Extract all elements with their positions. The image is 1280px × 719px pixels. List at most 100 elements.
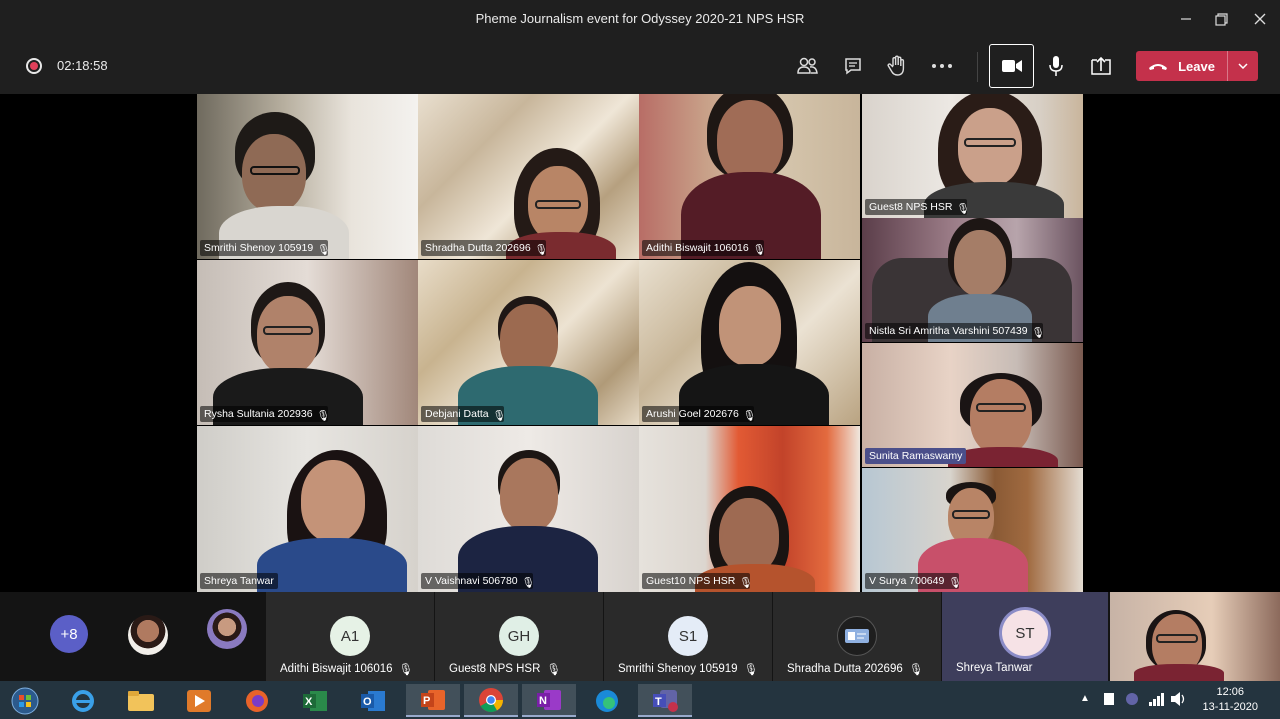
video-tile[interactable]: Shreya Tanwar xyxy=(197,426,418,592)
avatar: A1 xyxy=(330,616,370,656)
video-tile[interactable]: Shradha Dutta 202696 🎙 xyxy=(418,94,639,259)
onenote-icon[interactable]: N xyxy=(522,684,576,717)
video-tile[interactable]: Debjani Datta 🎙 xyxy=(418,260,639,425)
self-view[interactable] xyxy=(1110,592,1280,681)
minimize-button[interactable] xyxy=(1175,8,1197,30)
svg-text:X: X xyxy=(305,696,313,708)
mic-icon: 🎙 xyxy=(521,577,535,589)
clock-date: 13-11-2020 xyxy=(1202,701,1258,713)
network-icon[interactable] xyxy=(1148,691,1166,712)
mic-icon[interactable] xyxy=(1044,54,1068,78)
avatar: S1 xyxy=(668,616,708,656)
participants-icon[interactable] xyxy=(796,54,820,78)
maximize-button[interactable] xyxy=(1210,8,1232,30)
mic-icon: 🎙 xyxy=(742,410,757,422)
camera-button[interactable] xyxy=(989,44,1034,88)
tray-chevron-icon[interactable]: ▲ xyxy=(1080,693,1090,704)
mic-icon: 🎙 xyxy=(316,410,330,422)
ie-icon[interactable] xyxy=(58,684,108,717)
raise-hand-icon[interactable] xyxy=(885,54,909,78)
overflow-participants-button[interactable]: +8 xyxy=(50,615,88,653)
system-clock[interactable]: 12:06 13-11-2020 xyxy=(1203,685,1258,715)
teams-icon[interactable]: T xyxy=(638,684,692,717)
video-tile[interactable]: Rysha Sultania 202936 🎙 xyxy=(197,260,418,425)
participant-name-label: Debjani Datta 🎙 xyxy=(421,406,506,422)
leave-button[interactable]: Leave xyxy=(1136,51,1258,81)
video-tile[interactable]: Adithi Biswajit 106016 🎙 xyxy=(639,94,860,259)
participant-cell[interactable]: S1 Smrithi Shenoy 105919 🎙 xyxy=(604,592,772,681)
mic-off-icon: 🎙 xyxy=(398,664,414,676)
edge-icon[interactable] xyxy=(580,684,634,717)
video-tile[interactable]: Guest8 NPS HSR 🎙 xyxy=(862,94,1083,218)
svg-text:N: N xyxy=(539,695,547,707)
firefox-icon[interactable] xyxy=(232,684,282,717)
chrome-icon[interactable] xyxy=(464,684,518,717)
folder-icon[interactable] xyxy=(116,684,166,717)
taskbar: X O P N T ▲ 12:06 13-11-2020 xyxy=(0,681,1280,719)
participant-name: Smrithi Shenoy 105919 xyxy=(618,663,738,675)
powerpoint-icon[interactable]: P xyxy=(406,684,460,717)
participant-name: Shradha Dutta 202696 xyxy=(787,663,903,675)
video-tile[interactable]: Sunita Ramaswamy xyxy=(862,343,1083,467)
tray-teams-icon[interactable] xyxy=(1124,691,1140,712)
participant-name: Guest8 NPS HSR xyxy=(449,663,541,675)
participant-name-label: V Surya 700649 🎙 xyxy=(865,573,962,589)
outlook-icon[interactable]: O xyxy=(348,684,398,717)
avatar[interactable] xyxy=(128,615,168,655)
participant-strip: +8 A1 Adithi Biswajit 106016 🎙 GH Guest8 … xyxy=(0,592,1280,681)
participant-cell[interactable]: GH Guest8 NPS HSR 🎙 xyxy=(435,592,603,681)
start-button[interactable] xyxy=(0,684,50,717)
mic-icon: 🎙 xyxy=(1031,327,1045,339)
participant-name-label: Guest8 NPS HSR 🎙 xyxy=(865,199,970,215)
participant-name: Adithi Biswajit 106016 xyxy=(280,663,393,675)
participant-name-label: Shradha Dutta 202696 🎙 xyxy=(421,240,549,256)
video-tile[interactable]: Smrithi Shenoy 105919 🎙 xyxy=(197,94,418,259)
share-icon[interactable] xyxy=(1089,54,1113,78)
avatar[interactable] xyxy=(207,609,247,649)
participant-name-label: Rysha Sultania 202936 🎙 xyxy=(200,406,330,422)
svg-text:O: O xyxy=(363,696,372,708)
close-button[interactable] xyxy=(1249,8,1271,30)
avatar: ST xyxy=(1002,610,1048,656)
id-card-icon xyxy=(845,629,869,643)
video-tile[interactable]: Nistla Sri Amritha Varshini 507439 🎙 xyxy=(862,218,1083,342)
chat-icon[interactable] xyxy=(841,54,865,78)
participant-cell[interactable]: Shradha Dutta 202696 🎙 xyxy=(773,592,941,681)
volume-icon[interactable] xyxy=(1170,691,1188,712)
more-icon[interactable] xyxy=(930,54,954,78)
participant-name-label: V Vaishnavi 506780 🎙 xyxy=(421,573,535,589)
participant-name-label: Guest10 NPS HSR 🎙 xyxy=(642,573,753,589)
toolbar-divider xyxy=(977,52,978,82)
video-tile[interactable]: V Vaishnavi 506780 🎙 xyxy=(418,426,639,592)
participant-name-label: Arushi Goel 202676 🎙 xyxy=(642,406,757,422)
participant-name-label: Sunita Ramaswamy xyxy=(865,448,967,464)
tray-app-icon[interactable] xyxy=(1102,691,1116,712)
mic-icon: 🎙 xyxy=(534,244,549,256)
avatar: GH xyxy=(499,616,539,656)
mic-icon: 🎙 xyxy=(492,410,506,422)
mic-icon: 🎙 xyxy=(948,577,962,589)
meeting-timer: 02:18:58 xyxy=(57,58,108,73)
excel-icon[interactable]: X xyxy=(290,684,340,717)
video-tile[interactable]: Arushi Goel 202676 🎙 xyxy=(639,260,860,425)
chevron-down-icon[interactable] xyxy=(1228,51,1258,81)
participant-name-label: Smrithi Shenoy 105919 🎙 xyxy=(200,240,331,256)
avatar xyxy=(837,616,877,656)
participant-cell[interactable]: ST Shreya Tanwar xyxy=(942,592,1108,681)
clock-time: 12:06 xyxy=(1216,686,1245,698)
mic-off-icon: 🎙 xyxy=(546,664,562,676)
window-title: Pheme Journalism event for Odyssey 2020-… xyxy=(475,11,805,26)
mic-off-icon: 🎙 xyxy=(743,664,759,676)
mic-icon: 🎙 xyxy=(317,244,331,256)
participant-name: Shreya Tanwar xyxy=(956,662,1033,674)
mic-icon: 🎙 xyxy=(752,244,767,256)
mic-icon: 🎙 xyxy=(739,577,753,589)
svg-text:T: T xyxy=(655,696,662,708)
media-player-icon[interactable] xyxy=(174,684,224,717)
video-tile[interactable]: Guest10 NPS HSR 🎙 xyxy=(639,426,860,592)
hangup-icon xyxy=(1149,63,1168,70)
participant-name-label: Nistla Sri Amritha Varshini 507439 🎙 xyxy=(865,323,1045,339)
video-tile[interactable]: V Surya 700649 🎙 xyxy=(862,468,1083,592)
participant-cell[interactable]: A1 Adithi Biswajit 106016 🎙 xyxy=(266,592,434,681)
svg-text:P: P xyxy=(423,695,430,707)
